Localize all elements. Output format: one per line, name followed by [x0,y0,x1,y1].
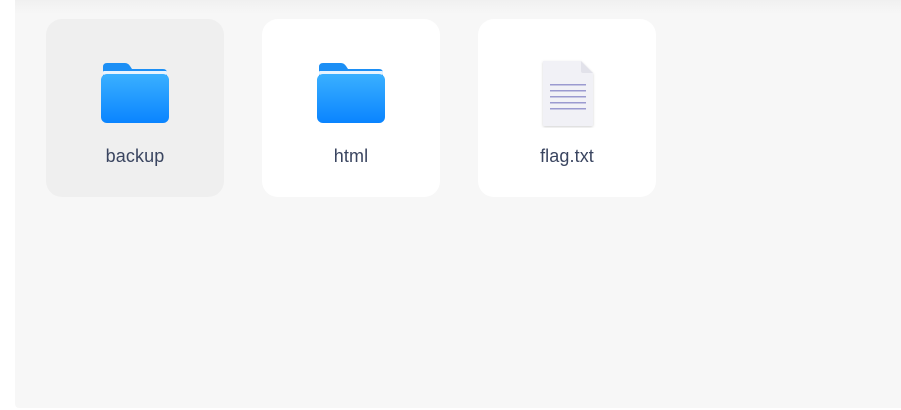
file-grid: backup html flag.txt [46,19,656,197]
toolbar-shadow [15,0,901,14]
file-name-label: backup [105,146,165,166]
file-manager-view: backup html flag.txt [0,0,901,410]
text-file-icon [531,57,603,129]
file-name-label: flag.txt [540,146,594,166]
file-name-label: html [333,146,369,166]
file-tile-flag-txt[interactable]: flag.txt [478,19,656,197]
file-tile-backup[interactable]: backup [46,19,224,197]
folder-icon [315,57,387,129]
folder-icon [99,57,171,129]
file-tile-html[interactable]: html [262,19,440,197]
